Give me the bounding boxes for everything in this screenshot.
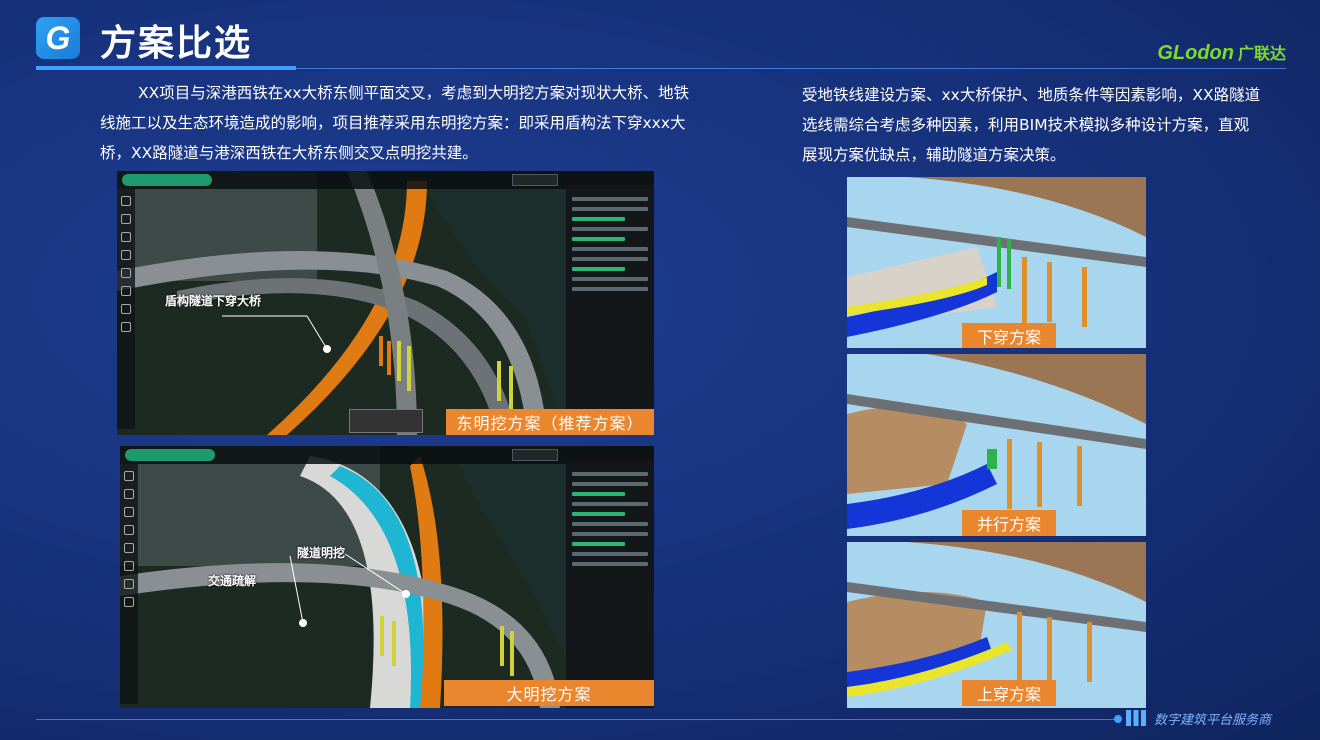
viewer-side-rail bbox=[120, 464, 138, 704]
model-tree-panel bbox=[566, 460, 654, 708]
rail-tool-icon[interactable] bbox=[121, 268, 131, 278]
rail-tool-icon[interactable] bbox=[121, 250, 131, 260]
header-accent-bar bbox=[36, 66, 296, 70]
annotation-open-cut: 隧道明挖 bbox=[297, 546, 346, 560]
render-parallel-scene bbox=[847, 354, 1146, 536]
bim-viewer-screenshot-east-cut: 盾构隧道下穿大桥 bbox=[117, 171, 654, 435]
viewer-search-input[interactable] bbox=[512, 174, 558, 186]
brand-logo: GLodon 广联达 bbox=[1157, 40, 1286, 65]
glodon-logo-icon: G bbox=[36, 17, 80, 59]
rail-tool-icon[interactable] bbox=[124, 507, 134, 517]
annotation-traffic-diversion: 交通疏解 bbox=[208, 574, 257, 588]
rail-tool-icon[interactable] bbox=[121, 232, 131, 242]
viewer-side-rail bbox=[117, 189, 135, 429]
brand-name-cn: 广联达 bbox=[1237, 46, 1286, 63]
toolbar-tools[interactable] bbox=[122, 174, 212, 186]
rail-tool-icon[interactable] bbox=[121, 322, 131, 332]
rail-tool-icon[interactable] bbox=[124, 471, 134, 481]
toolbar-tools[interactable] bbox=[125, 449, 215, 461]
brand-name: GLodon bbox=[1157, 42, 1234, 64]
viewer-minimap[interactable] bbox=[349, 409, 423, 433]
footer-divider bbox=[36, 719, 1116, 720]
page-title: 方案比选 bbox=[100, 23, 253, 64]
rail-tool-icon[interactable] bbox=[121, 214, 131, 224]
rail-tool-icon[interactable] bbox=[121, 304, 131, 314]
caption-parallel: 并行方案 bbox=[962, 510, 1056, 536]
rail-tool-icon[interactable] bbox=[124, 561, 134, 571]
right-description: 受地铁线建设方案、xx大桥保护、地质条件等因素影响，XX路隧道选线需综合考虑多种… bbox=[802, 86, 1261, 164]
bim-viewer-screenshot-large-cut: 隧道明挖 交通疏解 bbox=[120, 446, 654, 708]
rail-tool-icon[interactable] bbox=[121, 196, 131, 206]
caption-east-cut: 东明挖方案（推荐方案） bbox=[446, 409, 654, 435]
render-parallel: 并行方案 bbox=[847, 354, 1146, 536]
render-overpass: 上穿方案 bbox=[847, 542, 1146, 708]
rail-tool-icon[interactable] bbox=[124, 489, 134, 499]
caption-overpass: 上穿方案 bbox=[962, 680, 1056, 706]
rail-tool-icon[interactable] bbox=[124, 579, 134, 589]
rail-tool-icon[interactable] bbox=[124, 597, 134, 607]
caption-large-cut: 大明挖方案 bbox=[444, 680, 654, 706]
caption-underpass: 下穿方案 bbox=[962, 323, 1056, 348]
rail-tool-icon[interactable] bbox=[124, 525, 134, 535]
render-underpass: 下穿方案 bbox=[847, 177, 1146, 348]
left-description: XX项目与深港西铁在xx大桥东侧平面交叉，考虑到大明挖方案对现状大桥、地铁线施工… bbox=[100, 84, 690, 162]
annotation-shield-tunnel: 盾构隧道下穿大桥 bbox=[165, 294, 262, 308]
building-icon bbox=[1126, 710, 1146, 726]
rail-tool-icon[interactable] bbox=[121, 286, 131, 296]
model-tree-panel bbox=[566, 185, 654, 435]
viewer-search-input[interactable] bbox=[512, 449, 558, 461]
footer-dot bbox=[1114, 715, 1122, 723]
footer-slogan: 数字建筑平台服务商 bbox=[1154, 713, 1272, 728]
rail-tool-icon[interactable] bbox=[124, 543, 134, 553]
